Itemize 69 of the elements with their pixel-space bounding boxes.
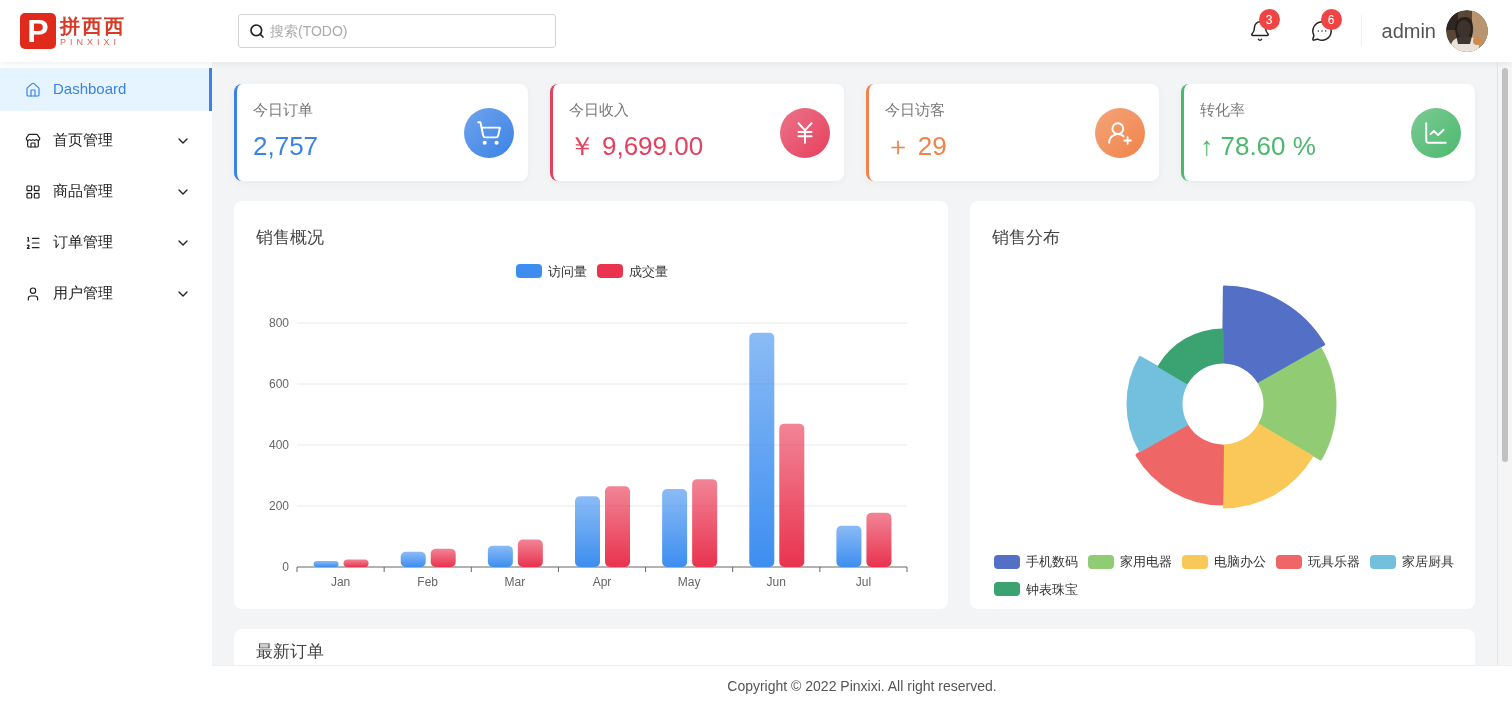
y-axis-label: 0 <box>282 560 289 574</box>
x-axis-label: Apr <box>592 575 612 589</box>
y-axis-label: 400 <box>268 438 289 452</box>
message-badge: 6 <box>1320 9 1342 30</box>
x-axis-label: Jan <box>330 575 351 589</box>
legend-label[interactable]: 家用电器 <box>1120 552 1172 572</box>
bar <box>575 496 600 567</box>
legend-label[interactable]: 玩具乐器 <box>1308 552 1360 572</box>
menu-item-icon <box>25 81 41 98</box>
search-field[interactable]: 搜索(TODO) <box>238 14 556 48</box>
stat-value: ＋ 29 <box>884 130 947 164</box>
menu-item-icon <box>25 183 41 200</box>
legend-label[interactable]: 家居厨具 <box>1402 552 1454 572</box>
sidebar-item[interactable]: 订单管理 <box>0 221 212 264</box>
logo-name: 拼西西 <box>60 15 126 36</box>
notification-badge: 3 <box>1258 9 1280 30</box>
legend-swatch[interactable] <box>1088 554 1114 569</box>
sidebar-item[interactable]: 商品管理 <box>0 170 212 213</box>
bar <box>487 545 513 567</box>
bar <box>343 559 369 567</box>
legend-label[interactable]: 手机数码 <box>1026 552 1078 572</box>
x-axis-label: Jul <box>855 575 872 589</box>
y-axis-label: 200 <box>268 499 289 513</box>
message-button[interactable]: 6 <box>1310 9 1342 42</box>
stat-value: 2,757 <box>253 130 319 164</box>
sidebar-item[interactable]: 用户管理 <box>0 272 212 315</box>
user-name[interactable]: admin <box>1381 16 1436 46</box>
legend-swatch[interactable] <box>994 582 1020 597</box>
card-title: 销售概况 <box>255 227 325 249</box>
sidebar-item[interactable]: 首页管理 <box>0 119 212 162</box>
legend-swatch[interactable] <box>1370 554 1396 569</box>
legend-swatch[interactable] <box>994 554 1020 569</box>
legend-swatch[interactable] <box>1276 554 1302 569</box>
y-axis-label: 600 <box>268 377 289 391</box>
x-axis-label: Jun <box>766 575 786 589</box>
y-axis-label: 800 <box>268 316 289 330</box>
stat-value: ￥ 9,699.00 <box>568 130 704 164</box>
menu-item-icon <box>25 132 41 149</box>
stat-label: 今日收入 <box>568 99 630 120</box>
stat-label: 今日订单 <box>253 99 314 120</box>
legend-swatch[interactable] <box>597 264 623 278</box>
x-axis-label: May <box>677 575 701 589</box>
card-title: 最新订单 <box>256 641 325 663</box>
x-axis-label: Feb <box>417 575 439 589</box>
search-icon <box>249 23 265 39</box>
legend-label[interactable]: 钟表珠宝 <box>1026 579 1078 599</box>
legend-label[interactable]: 成交量 <box>629 264 668 279</box>
menu-item-icon <box>25 285 41 302</box>
bar <box>313 560 339 567</box>
logo-mark: P <box>20 13 56 49</box>
menu-item-icon <box>25 234 41 251</box>
legend-swatch[interactable] <box>1182 554 1208 569</box>
legend-swatch[interactable] <box>516 264 542 278</box>
stat-icon <box>1411 107 1461 158</box>
bar <box>400 551 426 567</box>
stat-label: 转化率 <box>1200 99 1247 120</box>
bar <box>866 512 892 567</box>
notification-button[interactable]: 3 <box>1248 9 1280 42</box>
logo-subtitle: PINXIXI <box>60 37 121 47</box>
stat-value: ↑ 78.60 % <box>1200 130 1316 164</box>
card-title: 销售分布 <box>991 227 1061 249</box>
x-axis-label: Mar <box>504 575 526 589</box>
bar <box>430 548 456 567</box>
footer-copyright: Copyright © 2022 Pinxixi. All right reserved. <box>727 677 997 696</box>
legend-label[interactable]: 访问量 <box>548 264 587 279</box>
legend-label[interactable]: 电脑办公 <box>1214 552 1266 572</box>
stat-label: 今日访客 <box>884 99 946 120</box>
bar <box>517 539 543 567</box>
bar <box>836 525 862 567</box>
